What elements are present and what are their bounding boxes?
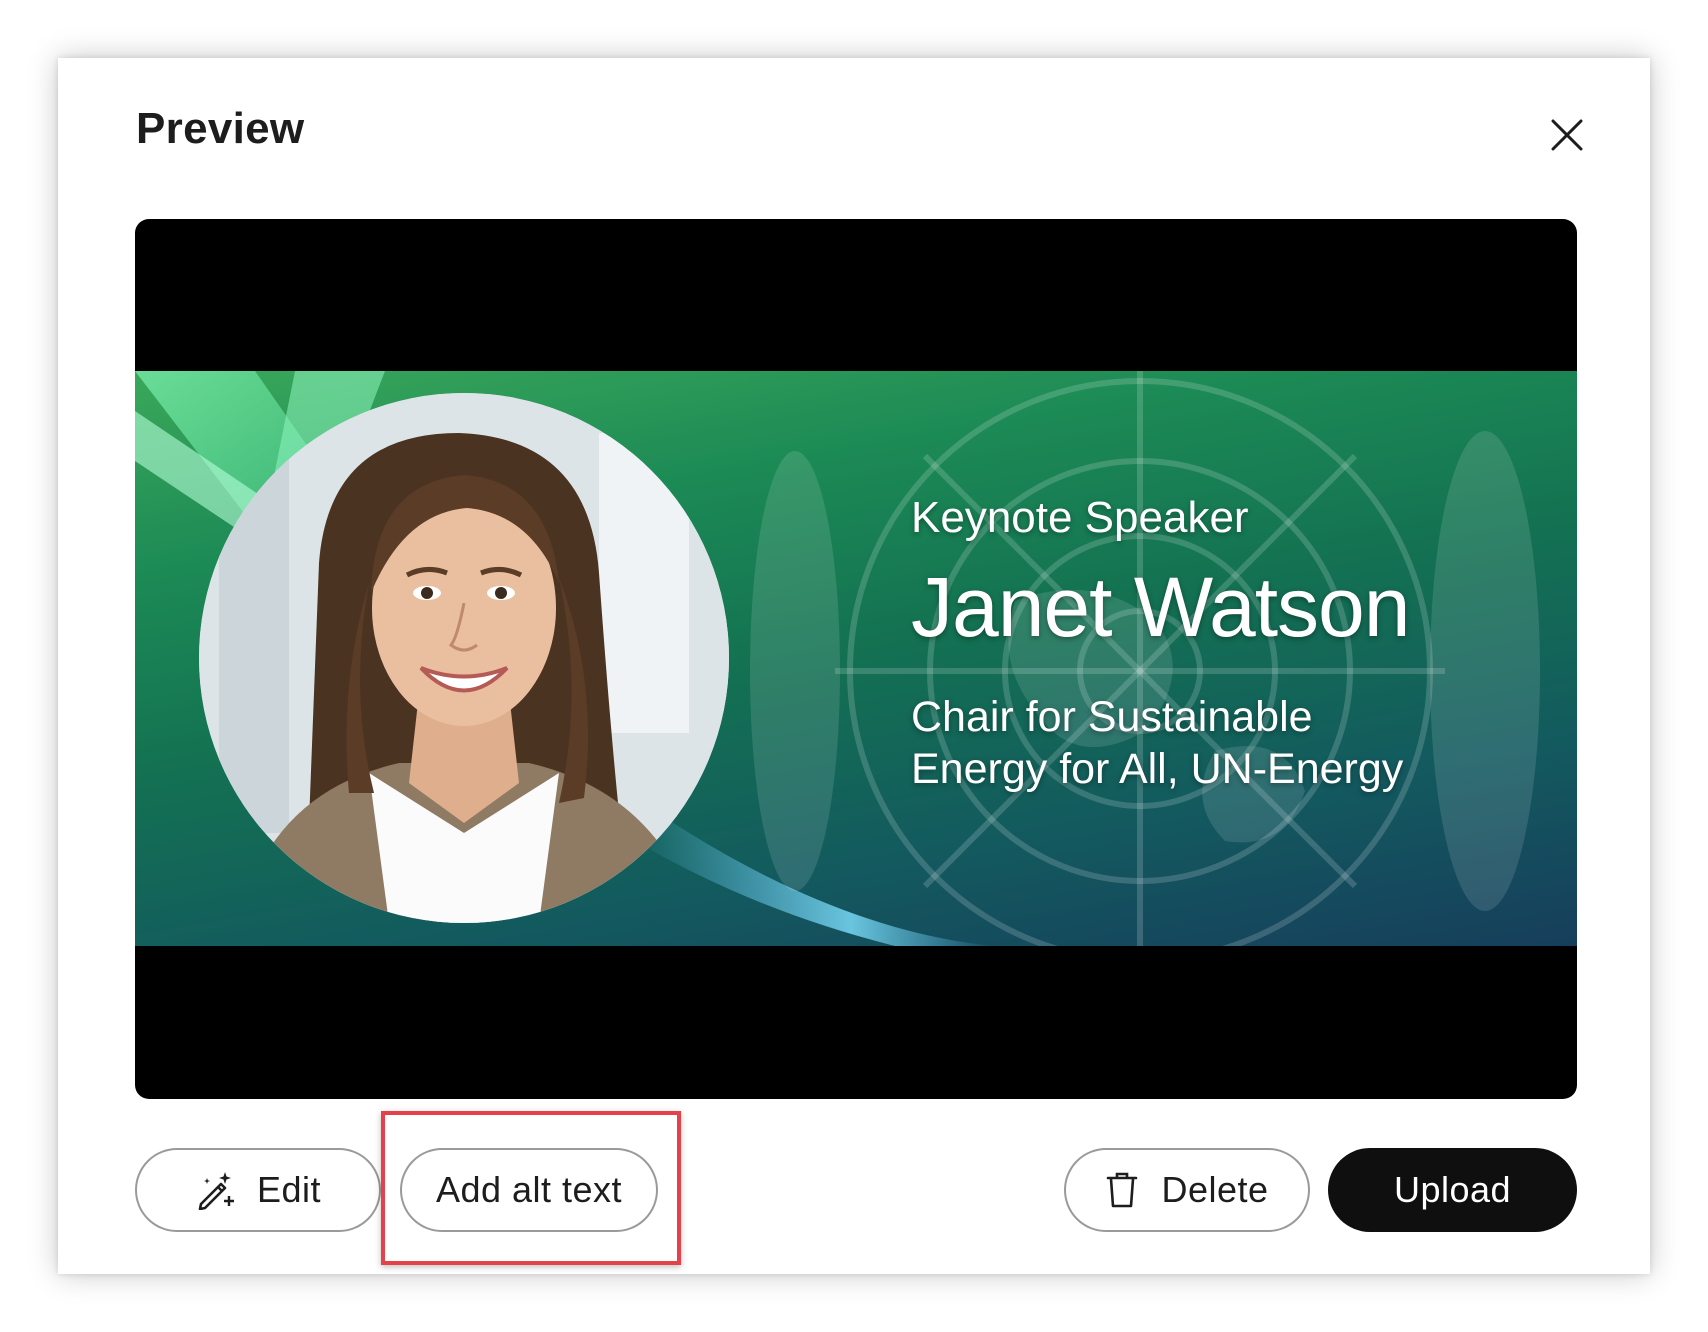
close-icon — [1551, 119, 1583, 151]
speaker-title-line-2: Energy for All, UN-Energy — [911, 745, 1404, 793]
image-preview: Keynote Speaker Janet Watson Chair for S… — [135, 219, 1577, 1099]
close-button[interactable] — [1542, 110, 1592, 160]
edit-button-label: Edit — [256, 1169, 322, 1210]
speaker-banner-image: Keynote Speaker Janet Watson Chair for S… — [135, 371, 1577, 946]
upload-button-label: Upload — [1393, 1169, 1512, 1210]
highlight-annotation — [381, 1111, 681, 1265]
speaker-name: Janet Watson — [911, 560, 1410, 654]
magic-wand-edit-icon — [195, 1170, 235, 1210]
delete-button[interactable]: Delete — [1064, 1148, 1310, 1232]
speaker-title: Chair for Sustainable Energy for All, UN… — [911, 691, 1403, 795]
trash-icon — [1105, 1170, 1139, 1210]
speaker-role: Keynote Speaker — [911, 493, 1249, 542]
dialog-title: Preview — [136, 104, 305, 153]
speaker-photo — [199, 393, 729, 923]
preview-dialog: Preview Keynote Speaker Janet Watson Cha… — [58, 58, 1650, 1274]
edit-button[interactable]: Edit — [135, 1148, 381, 1232]
upload-button[interactable]: Upload — [1328, 1148, 1577, 1232]
speaker-title-line-1: Chair for Sustainable — [911, 693, 1313, 741]
delete-button-label: Delete — [1161, 1169, 1269, 1210]
